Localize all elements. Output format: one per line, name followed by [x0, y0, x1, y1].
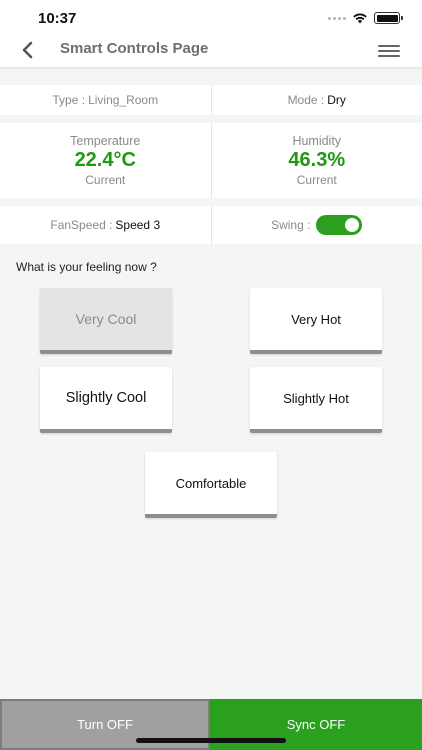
status-bar: 10:37: [0, 0, 422, 34]
swing-toggle[interactable]: [316, 215, 363, 235]
swing: Swing :: [210, 206, 422, 244]
battery-icon: [374, 12, 403, 24]
temperature-value: 22.4°C: [74, 149, 136, 171]
temperature-sub: Current: [85, 173, 126, 187]
room-type: Type : Living_Room: [52, 93, 159, 107]
humidity-card: Humidity 46.3% Current: [210, 123, 422, 198]
very-hot-button[interactable]: Very Hot: [250, 288, 382, 354]
status-icons: [328, 12, 403, 24]
temperature-label: Temperature: [70, 134, 141, 148]
room-type-value: Living_Room: [88, 93, 159, 107]
very-cool-button[interactable]: Very Cool: [40, 288, 172, 354]
comfortable-button[interactable]: Comfortable: [145, 452, 277, 518]
nav-bar: Smart Controls Page: [0, 34, 422, 68]
fan-swing-row: FanSpeed : Speed 3 Swing :: [0, 206, 422, 244]
fanspeed-value: Speed 3: [115, 218, 161, 232]
fanspeed: FanSpeed : Speed 3: [50, 218, 161, 232]
page-title: Smart Controls Page: [60, 40, 209, 57]
slightly-cool-button[interactable]: Slightly Cool: [40, 367, 172, 433]
home-indicator: [136, 738, 286, 743]
status-time: 10:37: [38, 10, 77, 27]
type-mode-row: Type : Living_Room Mode : Dry: [0, 85, 422, 115]
chevron-left-icon: [22, 41, 33, 59]
mode-value: Dry: [327, 93, 346, 107]
sensor-row: Temperature 22.4°C Current Humidity 46.3…: [0, 123, 422, 198]
cellular-signal-icon: [328, 16, 346, 20]
temperature-card: Temperature 22.4°C Current: [0, 123, 211, 198]
mode: Mode : Dry: [210, 85, 422, 115]
feeling-question: What is your feeling now ?: [16, 260, 157, 274]
hamburger-menu-icon: [378, 45, 400, 47]
slightly-hot-button[interactable]: Slightly Hot: [250, 367, 382, 433]
humidity-label: Humidity: [292, 134, 342, 148]
humidity-value: 46.3%: [288, 149, 346, 171]
back-button[interactable]: [14, 37, 40, 63]
wifi-icon: [353, 13, 367, 24]
toggle-knob: [345, 218, 360, 232]
humidity-sub: Current: [296, 173, 337, 187]
menu-button[interactable]: [378, 40, 400, 62]
